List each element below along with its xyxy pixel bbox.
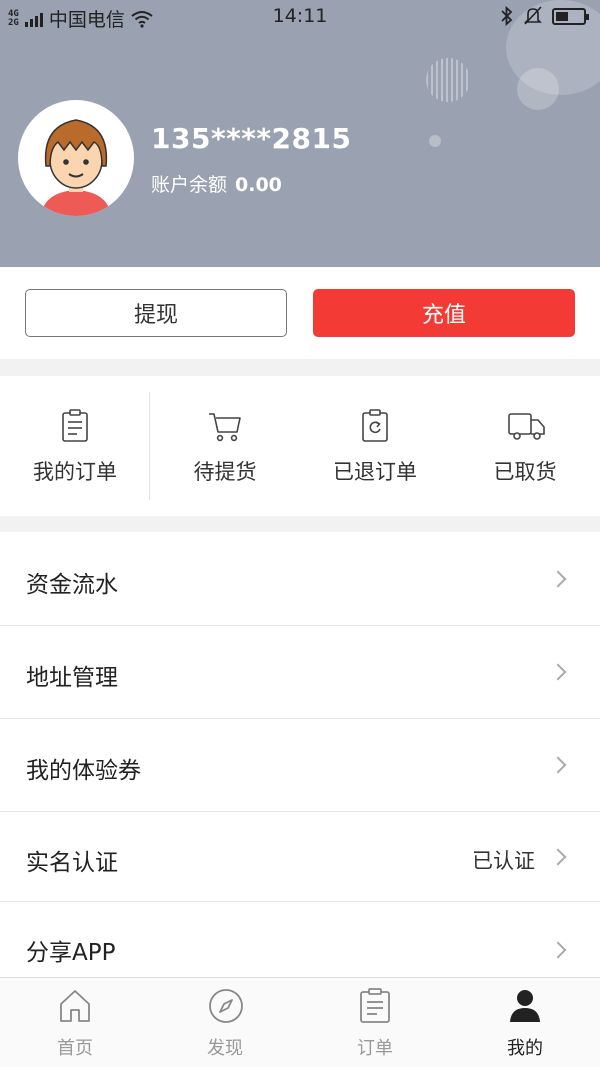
order-shortcut-my-orders[interactable]: 我的订单: [0, 376, 150, 516]
menu-item-address[interactable]: 地址管理: [0, 626, 600, 719]
menu-item-verification[interactable]: 实名认证 已认证: [0, 812, 600, 902]
avatar-illustration: [40, 119, 112, 216]
order-shortcuts: 我的订单 待提货 已退订单 已取货: [0, 376, 600, 516]
decor-dot: [429, 135, 441, 147]
chevron-right-icon: [549, 756, 567, 774]
order-shortcut-label: 我的订单: [33, 460, 117, 484]
menu-item-vouchers[interactable]: 我的体验券: [0, 719, 600, 812]
tab-label: 订单: [357, 1038, 393, 1059]
decor-striped-circle: [426, 58, 470, 102]
chevron-right-icon: [549, 848, 567, 866]
tab-orders[interactable]: 订单: [300, 978, 450, 1067]
balance-label: 账户余额: [151, 174, 228, 196]
tab-discover[interactable]: 发现: [150, 978, 300, 1067]
chevron-right-icon: [549, 941, 567, 959]
battery-level: [556, 11, 568, 21]
mute-bell-icon: [524, 6, 542, 25]
account-balance: 账户余额 0.00: [151, 170, 282, 197]
user-phone: 135****2815: [151, 122, 352, 155]
settings-menu: 资金流水 地址管理 我的体验券 实名认证 已认证 分享APP: [0, 532, 600, 977]
profile-header: 4G 2G 中国电信 14:11 135****2815 账户余额 0.00: [0, 0, 600, 267]
bottom-tab-bar: 首页 发现 订单 我的: [0, 977, 600, 1067]
order-shortcut-pending-pickup[interactable]: 待提货: [150, 376, 300, 516]
home-icon: [60, 990, 90, 1022]
menu-item-label: 分享APP: [26, 940, 116, 966]
status-bar: 4G 2G 中国电信 14:11: [0, 0, 600, 34]
menu-item-fund-flow[interactable]: 资金流水: [0, 532, 600, 626]
chevron-right-icon: [549, 570, 567, 588]
user-icon: [510, 990, 540, 1022]
chevron-right-icon: [549, 663, 567, 681]
avatar[interactable]: [18, 100, 134, 216]
clipboard-icon: [62, 409, 88, 442]
menu-item-share-app[interactable]: 分享APP: [0, 902, 600, 977]
compass-icon: [209, 989, 243, 1023]
truck-icon: [508, 413, 545, 440]
tab-mine[interactable]: 我的: [450, 978, 600, 1067]
balance-value: 0.00: [235, 174, 282, 196]
order-shortcut-refunded[interactable]: 已退订单: [300, 376, 450, 516]
menu-item-label: 我的体验券: [26, 758, 141, 784]
menu-item-label: 资金流水: [26, 572, 118, 598]
decor-circle-small: [517, 68, 559, 110]
order-list-icon: [360, 988, 390, 1023]
menu-item-label: 地址管理: [26, 665, 118, 691]
order-shortcut-picked-up[interactable]: 已取货: [450, 376, 600, 516]
tab-label: 发现: [207, 1038, 243, 1059]
menu-item-label: 实名认证: [26, 850, 118, 876]
order-shortcut-label: 待提货: [193, 460, 257, 484]
battery-icon: [552, 7, 589, 25]
cart-icon: [209, 413, 241, 442]
verification-status: 已认证: [472, 849, 535, 873]
refund-icon: [362, 409, 388, 442]
wallet-actions: 提现 充值: [0, 267, 600, 359]
tab-home[interactable]: 首页: [0, 978, 150, 1067]
tab-label: 我的: [507, 1038, 543, 1059]
tab-label: 首页: [57, 1038, 93, 1059]
bluetooth-icon: [501, 6, 513, 26]
withdraw-button[interactable]: 提现: [25, 289, 287, 337]
recharge-button[interactable]: 充值: [313, 289, 575, 337]
order-shortcut-label: 已取货: [493, 460, 557, 484]
order-shortcut-label: 已退订单: [333, 460, 417, 484]
